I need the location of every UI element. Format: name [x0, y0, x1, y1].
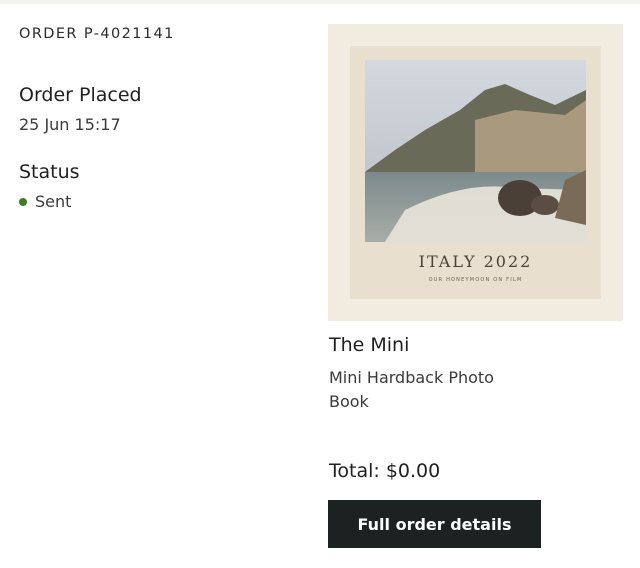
status-text: Sent [35, 192, 72, 211]
status-dot-icon [19, 197, 27, 206]
cover-title: ITALY 2022 [418, 252, 533, 271]
status-label: Status [19, 161, 80, 183]
order-total: Total: $0.00 [329, 460, 441, 482]
order-placed-date: 25 Jun 15:17 [19, 115, 121, 134]
top-divider [0, 0, 640, 4]
status-value: Sent [19, 192, 71, 211]
order-placed-label: Order Placed [19, 84, 142, 106]
cover-photo [365, 60, 586, 242]
product-thumbnail[interactable]: ITALY 2022 OUR HONEYMOON ON FILM [328, 24, 623, 321]
product-name: The Mini [329, 334, 410, 356]
order-id: ORDER P-4021141 [19, 26, 175, 42]
full-order-details-button[interactable]: Full order details [328, 500, 541, 548]
cover-subtitle: OUR HONEYMOON ON FILM [428, 277, 523, 283]
book-cover: ITALY 2022 OUR HONEYMOON ON FILM [350, 46, 601, 299]
product-description: Mini Hardback Photo Book [329, 368, 494, 411]
